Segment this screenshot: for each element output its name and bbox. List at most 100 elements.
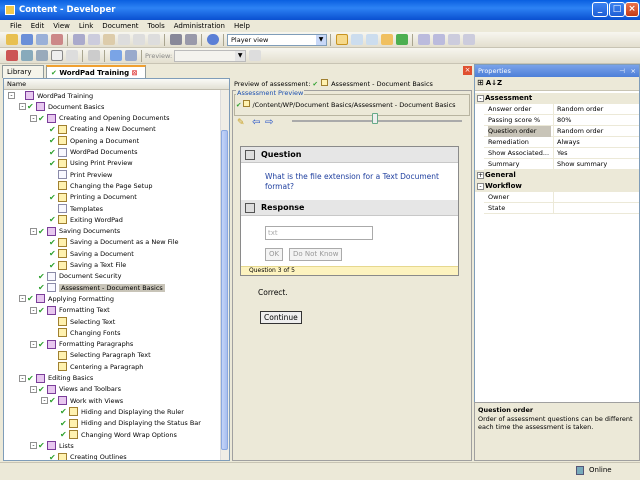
redo-icon[interactable] — [132, 34, 145, 45]
layout1-icon[interactable] — [335, 34, 348, 45]
tree-item[interactable]: ✔ Opening a Document — [41, 135, 139, 146]
tree-item[interactable]: ✔ Hiding and Displaying the Ruler — [52, 406, 184, 417]
continue-button[interactable]: Continue — [260, 311, 302, 324]
tree-item[interactable]: ✔ Saving a Text File — [41, 260, 126, 271]
save-icon[interactable] — [20, 34, 33, 45]
link-icon[interactable] — [87, 50, 100, 61]
menu-help[interactable]: Help — [234, 22, 250, 30]
up-arrow-icon[interactable] — [109, 50, 122, 61]
save-all-icon[interactable] — [35, 34, 48, 45]
print-icon[interactable] — [50, 34, 63, 45]
tree-item[interactable]: - ✔ Lists — [30, 440, 74, 451]
prop-question-order[interactable]: Question order Random order — [484, 126, 639, 137]
tree-item[interactable]: - ✔ Views and Toolbars — [30, 384, 121, 395]
category-general[interactable]: + General — [475, 170, 639, 181]
spellcheck-icon[interactable] — [184, 34, 197, 45]
close-icon[interactable]: × — [631, 65, 636, 77]
tab-wordpad-training[interactable]: ✔ WordPad Training ⊠ — [46, 65, 146, 78]
tree-item[interactable]: ✔ Printing a Document — [41, 192, 137, 203]
collapse-icon[interactable]: - — [30, 306, 37, 314]
tree-item[interactable]: - ✔ Saving Documents — [30, 226, 120, 237]
maximize-button[interactable]: □ — [609, 2, 625, 17]
tree-scrollbar[interactable] — [220, 90, 229, 460]
history-icon[interactable] — [462, 34, 475, 45]
scrollbar-thumb[interactable] — [221, 130, 228, 450]
copy-icon[interactable] — [87, 34, 100, 45]
menu-link[interactable]: Link — [79, 22, 93, 30]
collapse-icon[interactable]: - — [30, 227, 37, 235]
refresh-icon[interactable] — [395, 34, 408, 45]
tree-item[interactable]: Templates — [41, 203, 103, 214]
close-button[interactable]: × — [625, 2, 639, 17]
ok-button[interactable]: OK — [265, 248, 284, 261]
menu-edit[interactable]: Edit — [31, 22, 45, 30]
tree-item[interactable]: Changing the Page Setup — [41, 180, 152, 191]
publish-icon[interactable] — [380, 34, 393, 45]
prop-answer-order[interactable]: Answer order Random order — [484, 104, 639, 115]
menu-administration[interactable]: Administration — [174, 22, 225, 30]
column-header-name[interactable]: Name — [4, 79, 229, 90]
tree-item[interactable]: ✔ Creating Outlines — [41, 452, 127, 460]
close-icon[interactable]: × — [463, 66, 472, 75]
collapse-icon[interactable]: - — [19, 103, 26, 111]
tree-item[interactable]: - ✔ Work with Views — [41, 395, 123, 406]
collapse-icon[interactable]: - — [19, 295, 26, 303]
forward-arrow-icon[interactable]: ⇨ — [265, 117, 273, 128]
tree-item[interactable]: Changing Fonts — [41, 327, 121, 338]
tree-item[interactable]: ✔ Creating a New Document — [41, 124, 156, 135]
checkout-icon[interactable] — [432, 34, 445, 45]
category-assessment[interactable]: - Assessment — [475, 93, 639, 104]
tree-item[interactable]: ✔ Using Print Preview — [41, 158, 133, 169]
tree-item[interactable]: ✔ WordPad Documents — [41, 147, 138, 158]
collapse-icon[interactable]: - — [30, 114, 37, 122]
tree-item[interactable]: - WordPad Training — [8, 90, 93, 101]
menu-document[interactable]: Document — [102, 22, 138, 30]
tree-item[interactable]: Centering a Paragraph — [41, 361, 143, 372]
back-arrow-icon[interactable]: ⇦ — [252, 117, 260, 128]
minimize-button[interactable]: _ — [592, 2, 608, 17]
tree-item[interactable]: Selecting Paragraph Text — [41, 350, 151, 361]
collapse-icon[interactable]: - — [30, 340, 37, 348]
sort-az-icon[interactable]: A↓Z — [486, 79, 502, 87]
open-icon[interactable] — [5, 34, 18, 45]
do-not-know-button[interactable]: Do Not Know — [289, 248, 343, 261]
menu-tools[interactable]: Tools — [148, 22, 165, 30]
collapse-icon[interactable]: - — [8, 92, 15, 99]
layout2-icon[interactable] — [350, 34, 363, 45]
undo-icon[interactable] — [117, 34, 130, 45]
collapse-icon[interactable]: - — [41, 397, 48, 405]
collapse-icon[interactable]: - — [30, 385, 37, 393]
record-icon[interactable] — [5, 50, 18, 61]
collapse-icon[interactable]: - — [30, 442, 37, 450]
question-icon[interactable] — [50, 50, 63, 61]
prop-show-associated[interactable]: Show Associated... Yes — [484, 148, 639, 159]
close-icon[interactable]: ⊠ — [132, 69, 138, 77]
preview-slider-thumb[interactable] — [372, 113, 378, 124]
tree-item[interactable]: ✔ Hiding and Displaying the Status Bar — [52, 418, 201, 429]
go-icon[interactable] — [249, 50, 262, 61]
help-icon[interactable] — [206, 34, 219, 45]
cut-icon[interactable] — [72, 34, 85, 45]
prop-summary[interactable]: Summary Show summary — [484, 159, 639, 170]
find-icon[interactable] — [169, 34, 182, 45]
properties-icon[interactable] — [447, 34, 460, 45]
prop-passing-score[interactable]: Passing score % 80% — [484, 115, 639, 126]
tree-item[interactable]: ✔ Exiting WordPad — [41, 214, 123, 225]
outline-icon[interactable] — [35, 50, 48, 61]
collapse-icon[interactable]: - — [19, 374, 26, 382]
paste-icon[interactable] — [102, 34, 115, 45]
category-workflow[interactable]: - Workflow — [475, 181, 639, 192]
tree-item[interactable]: - ✔ Applying Formatting — [19, 293, 114, 304]
view-combo[interactable]: Player view ▼ — [227, 33, 327, 46]
tree-item[interactable]: - ✔ Editing Basics — [19, 373, 93, 384]
menu-view[interactable]: View — [53, 22, 70, 30]
tree-item[interactable]: - ✔ Document Basics — [19, 101, 104, 112]
prop-state[interactable]: State — [484, 203, 639, 214]
tree-item[interactable]: - ✔ Formatting Paragraphs — [30, 339, 133, 350]
categorized-icon[interactable]: ⊞ — [477, 78, 484, 87]
layout3-icon[interactable] — [365, 34, 378, 45]
play-icon[interactable] — [20, 50, 33, 61]
pencil-icon[interactable]: ✎ — [237, 118, 245, 128]
tree-icon[interactable] — [124, 50, 137, 61]
tree-item[interactable]: ✔ Saving a Document as a New File — [41, 237, 178, 248]
